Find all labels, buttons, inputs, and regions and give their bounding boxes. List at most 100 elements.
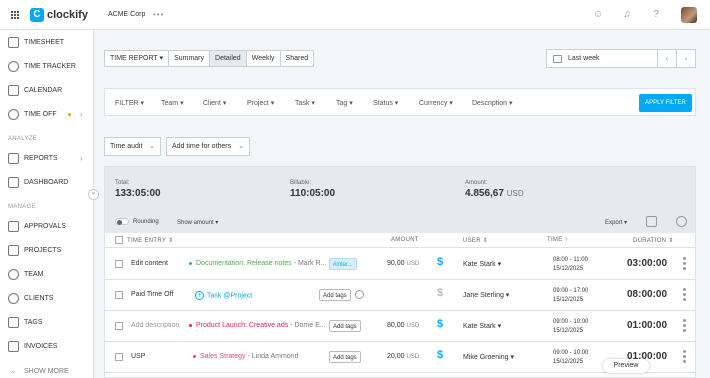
report-type-select[interactable]: TIME REPORT ▾ bbox=[105, 51, 170, 66]
entry-user[interactable]: Jane Sterling ▾ bbox=[463, 291, 509, 299]
sidebar-item-reports[interactable]: REPORTS bbox=[8, 151, 88, 165]
filter-project[interactable]: Project ▾ bbox=[247, 99, 274, 107]
billable-dollar-icon[interactable]: $ bbox=[437, 349, 443, 361]
next-range-button[interactable]: › bbox=[676, 50, 695, 67]
bell-icon[interactable]: ♫ bbox=[621, 9, 633, 21]
updates-icon[interactable]: ☺ bbox=[592, 9, 604, 21]
filter-team[interactable]: Team ▾ bbox=[161, 99, 184, 107]
collapse-sidebar-icon[interactable]: « bbox=[88, 189, 99, 200]
chevron-down-icon: ⌄ bbox=[149, 143, 155, 150]
billable-dollar-icon[interactable]: $ bbox=[437, 256, 443, 268]
apply-filter-button[interactable]: APPLY FILTER bbox=[639, 94, 692, 112]
date-range-picker[interactable]: Last week ‹ › bbox=[546, 49, 696, 68]
filter-tag[interactable]: Tag ▾ bbox=[336, 99, 353, 107]
entry-user[interactable]: Kate Stark ▾ bbox=[463, 322, 501, 330]
export-select[interactable]: Export ▾ bbox=[605, 219, 627, 226]
more-options-icon[interactable] bbox=[683, 350, 686, 363]
table-row[interactable]: Add description Product Launch: Creative… bbox=[105, 311, 695, 342]
prev-range-button[interactable]: ‹ bbox=[657, 50, 676, 67]
add-tags-button[interactable]: Add tags bbox=[319, 289, 351, 301]
add-time-dropdown[interactable]: Add time for others ⌄ bbox=[166, 137, 250, 156]
sidebar-item-dashboard[interactable]: DASHBOARD bbox=[8, 175, 88, 189]
billable-dollar-icon[interactable]: $ bbox=[437, 318, 443, 330]
entry-time[interactable]: 09:00 - 10:00 15/12/2025 bbox=[553, 349, 588, 367]
avatar[interactable] bbox=[681, 7, 697, 23]
entry-time[interactable]: 08:00 - 11:00 15/12/2025 bbox=[553, 256, 588, 274]
entry-description[interactable]: Add description bbox=[131, 322, 179, 329]
entry-description[interactable]: Paid Time Off bbox=[131, 291, 173, 298]
row-checkbox[interactable] bbox=[115, 260, 123, 268]
preview-button[interactable]: Preview bbox=[603, 359, 649, 373]
column-user[interactable]: USER ⇕ bbox=[463, 237, 488, 244]
column-time[interactable]: TIME ↑ bbox=[547, 237, 568, 243]
filter-currency[interactable]: Currency ▾ bbox=[419, 99, 453, 107]
entry-project[interactable]: + Task @Project bbox=[195, 291, 252, 300]
entry-user[interactable]: Mike Groening ▾ bbox=[463, 353, 514, 361]
help-icon[interactable]: ? bbox=[650, 9, 662, 21]
amount-value: 4.856,67 USD bbox=[465, 188, 524, 199]
approvals-icon bbox=[8, 220, 19, 232]
sidebar-item-calendar[interactable]: CALENDAR bbox=[8, 83, 88, 97]
filter-status[interactable]: Status ▾ bbox=[373, 99, 398, 107]
entry-description[interactable]: Edit content bbox=[131, 260, 168, 267]
column-duration[interactable]: DURATION ⇕ bbox=[633, 237, 674, 244]
sidebar-item-time-tracker[interactable]: TIME TRACKER bbox=[8, 59, 88, 73]
sidebar-show-more[interactable]: ⌄ SHOW MORE bbox=[8, 364, 88, 378]
entry-duration[interactable]: 01:00:00 bbox=[627, 320, 667, 331]
tab-summary[interactable]: Summary bbox=[169, 51, 211, 66]
report-type-group: TIME REPORT ▾ Summary Detailed Weekly Sh… bbox=[104, 50, 315, 67]
total-value: 133:05:00 bbox=[115, 188, 161, 199]
table-row[interactable]: Paid Time Off + Task @Project Add tags $ … bbox=[105, 280, 695, 311]
entry-time[interactable]: 09:00 - 17:00 15/12/2025 bbox=[553, 287, 588, 305]
entry-duration[interactable]: 08:00:00 bbox=[627, 289, 667, 300]
apps-grid-icon[interactable] bbox=[11, 11, 19, 19]
sidebar-item-projects[interactable]: PROJECTS bbox=[8, 243, 88, 257]
tab-detailed[interactable]: Detailed bbox=[210, 51, 247, 66]
sidebar-item-tags[interactable]: TAGS bbox=[8, 315, 88, 329]
clock-icon bbox=[8, 60, 19, 72]
entry-user[interactable]: Kate Stark ▾ bbox=[463, 260, 501, 268]
row-checkbox[interactable] bbox=[115, 322, 123, 330]
print-icon[interactable] bbox=[646, 216, 657, 227]
sidebar-item-timesheet[interactable]: TIMESHEET bbox=[8, 35, 88, 49]
time-audit-dropdown[interactable]: Time audit ⌄ bbox=[104, 137, 161, 156]
sidebar-item-clients[interactable]: CLIENTS bbox=[8, 291, 88, 305]
share-icon[interactable] bbox=[676, 216, 687, 227]
row-checkbox[interactable] bbox=[115, 291, 123, 299]
show-amount-select[interactable]: Show amount ▾ bbox=[177, 219, 218, 226]
workspace-name[interactable]: ACME Corp bbox=[108, 11, 145, 18]
sidebar-item-team[interactable]: TEAM bbox=[8, 267, 88, 281]
row-checkbox[interactable] bbox=[115, 353, 123, 361]
table-row[interactable]: Edit content Documentation: Release note… bbox=[105, 249, 695, 280]
entry-duration[interactable]: 03:00:00 bbox=[627, 258, 667, 269]
non-billable-dollar-icon[interactable]: $ bbox=[437, 287, 443, 299]
select-all-checkbox[interactable] bbox=[115, 236, 123, 244]
sidebar-item-label: PROJECTS bbox=[24, 246, 62, 254]
filter-description[interactable]: Description ▾ bbox=[472, 99, 512, 107]
sidebar-item-time-off[interactable]: TIME OFF bbox=[8, 107, 88, 121]
tab-weekly[interactable]: Weekly bbox=[247, 51, 281, 66]
entry-tag[interactable]: #inter... bbox=[329, 258, 357, 270]
more-options-icon[interactable] bbox=[683, 257, 686, 270]
more-options-icon[interactable] bbox=[683, 288, 686, 301]
entry-time[interactable]: 09:00 - 10:00 15/12/2025 bbox=[553, 318, 588, 336]
clock-icon[interactable] bbox=[355, 290, 364, 299]
notification-dot bbox=[68, 113, 71, 116]
more-options-icon[interactable] bbox=[683, 319, 686, 332]
add-tags-button[interactable]: Add tags bbox=[329, 320, 361, 332]
manage-heading: MANAGE bbox=[8, 204, 36, 210]
rounding-toggle[interactable] bbox=[115, 218, 129, 225]
sidebar-item-approvals[interactable]: APPROVALS bbox=[8, 219, 88, 233]
tab-shared[interactable]: Shared bbox=[281, 51, 314, 66]
entry-project[interactable]: Product Launch: Creative ads - Dome E... bbox=[189, 322, 326, 329]
sidebar-item-invoices[interactable]: INVOICES bbox=[8, 339, 88, 353]
column-entry[interactable]: TIME ENTRY ⇕ bbox=[127, 237, 173, 244]
entry-project[interactable]: Sales Strategy - Linda Ammond bbox=[193, 353, 298, 360]
filter-task[interactable]: Task ▾ bbox=[295, 99, 315, 107]
entry-project[interactable]: Documentation: Release notes - Mark R... bbox=[189, 260, 326, 267]
entry-description[interactable]: USP bbox=[131, 353, 145, 360]
add-tags-button[interactable]: Add tags bbox=[329, 351, 361, 363]
workspace-menu-icon[interactable]: ••• bbox=[153, 10, 164, 19]
report-summary: Total: 133:05:00 Billable: 110:05:00 Amo… bbox=[105, 167, 695, 211]
filter-client[interactable]: Client ▾ bbox=[203, 99, 226, 107]
